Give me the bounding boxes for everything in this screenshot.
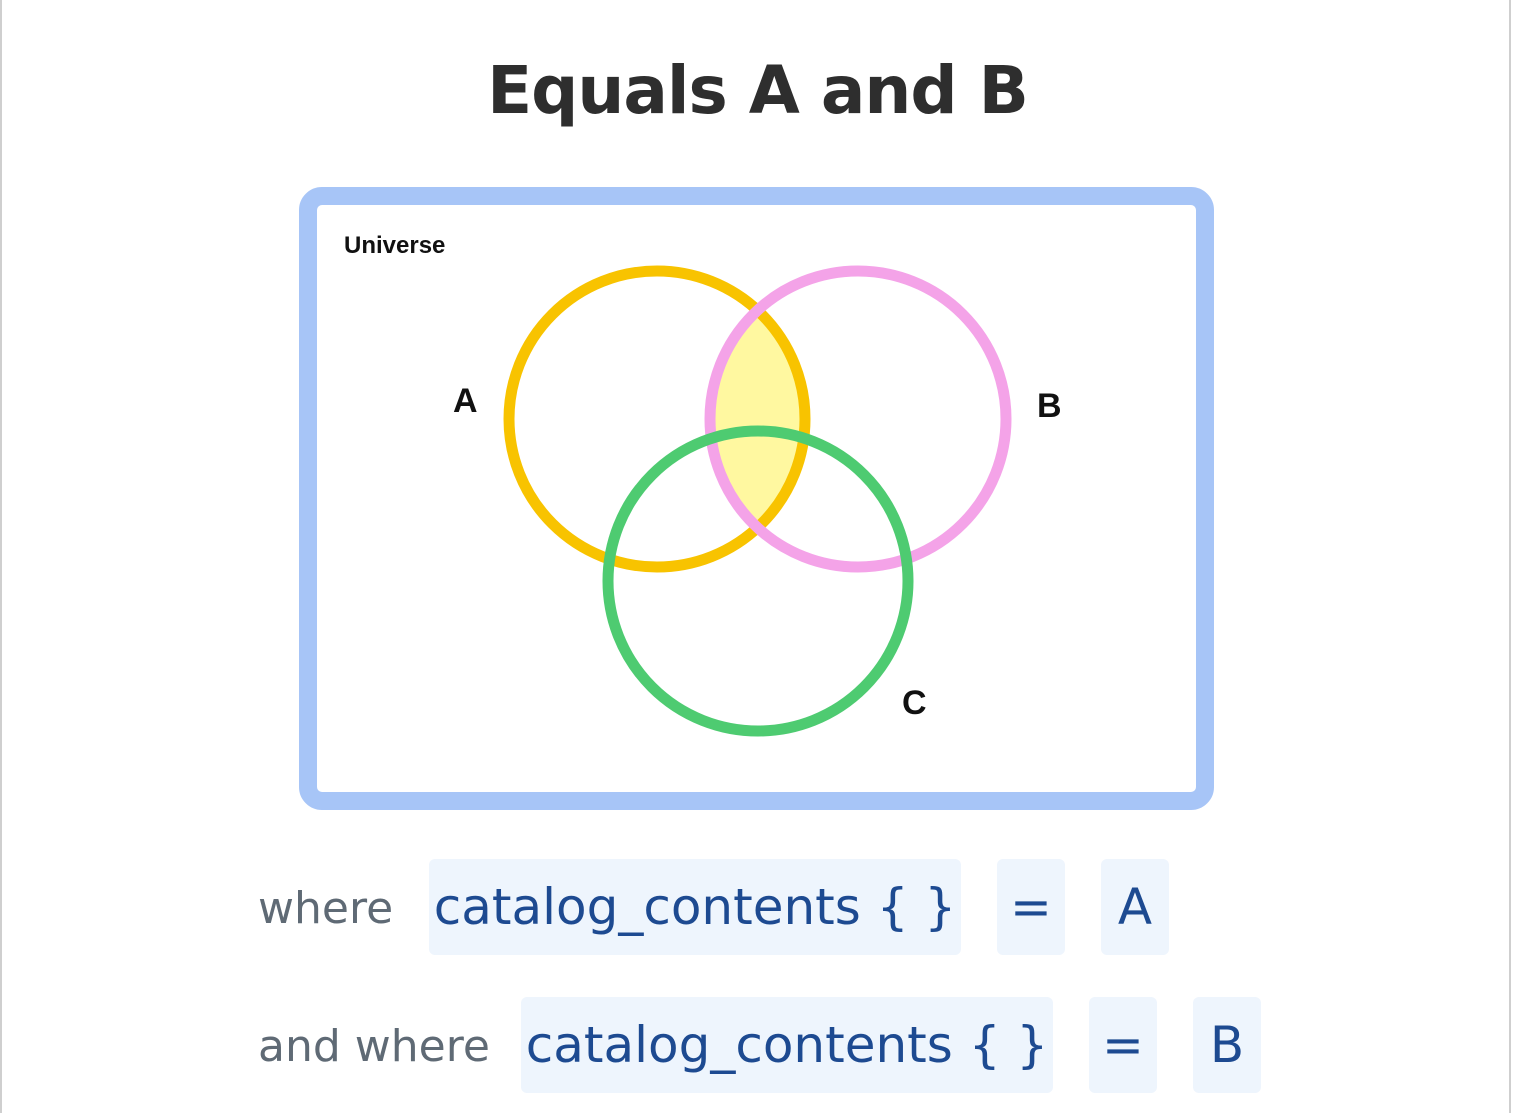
set-b-label: B: [1037, 387, 1062, 425]
and-where-connector: and where: [258, 1021, 490, 1072]
value-chip[interactable]: B: [1193, 997, 1261, 1093]
operator-chip[interactable]: =: [1089, 997, 1157, 1093]
where-connector: where: [258, 883, 394, 934]
where-clause-row: where catalog_contents { } = A: [0, 859, 1515, 955]
field-selector-chip[interactable]: catalog_contents { }: [429, 859, 961, 955]
field-selector-chip[interactable]: catalog_contents { }: [521, 997, 1053, 1093]
set-c-label: C: [902, 684, 927, 722]
set-a-label: A: [453, 382, 478, 420]
value-chip[interactable]: A: [1101, 859, 1169, 955]
and-where-clause-row: and where catalog_contents { } = B: [0, 997, 1515, 1093]
universe-label: Universe: [344, 232, 445, 259]
operator-chip[interactable]: =: [997, 859, 1065, 955]
